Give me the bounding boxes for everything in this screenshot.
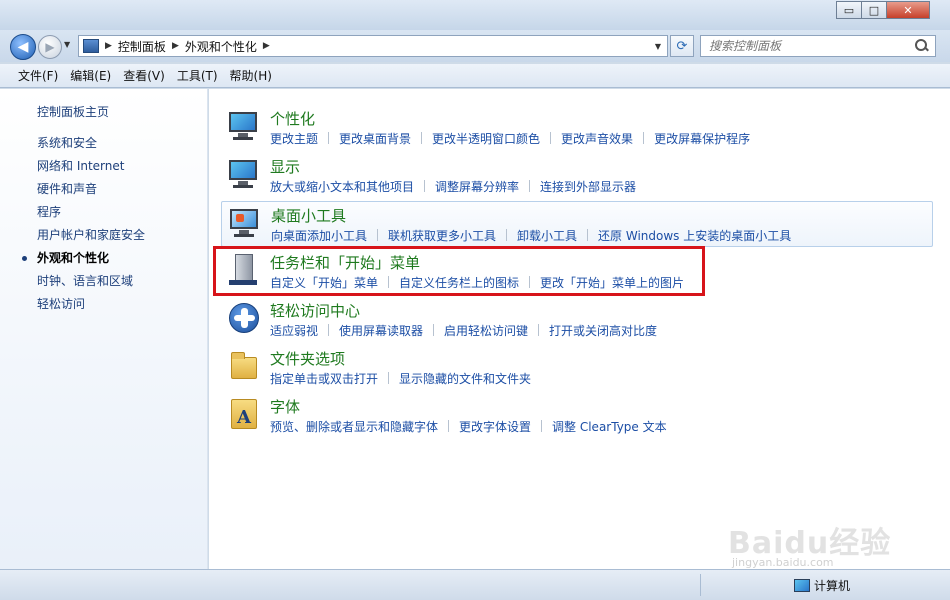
search-input[interactable] bbox=[701, 39, 915, 53]
category-links: 放大或缩小文本和其他项目 调整屏幕分辨率 连接到外部显示器 bbox=[270, 178, 636, 195]
category-title[interactable]: 轻松访问中心 bbox=[270, 300, 360, 321]
sidebar-item-appearance[interactable]: 外观和个性化 bbox=[22, 251, 145, 274]
category-title[interactable]: 桌面小工具 bbox=[271, 205, 346, 226]
menu-tools[interactable]: 工具(T) bbox=[171, 64, 224, 87]
task-link[interactable]: 显示隐藏的文件和文件夹 bbox=[399, 370, 531, 387]
menu-view[interactable]: 查看(V) bbox=[117, 64, 171, 87]
breadcrumb-appearance[interactable]: 外观和个性化 bbox=[185, 38, 257, 55]
sidebar-item-hardware-sound[interactable]: 硬件和声音 bbox=[37, 182, 145, 205]
menu-bar: 文件(F) 编辑(E) 查看(V) 工具(T) 帮助(H) bbox=[0, 64, 950, 88]
task-link[interactable]: 调整屏幕分辨率 bbox=[435, 178, 519, 195]
address-dropdown-icon[interactable]: ▼ bbox=[655, 42, 661, 51]
category-links: 适应弱视 使用屏幕读取器 启用轻松访问键 打开或关闭高对比度 bbox=[270, 322, 657, 339]
window-controls: ▭ □ ✕ bbox=[836, 1, 930, 19]
baidu-watermark-url: jingyan.baidu.com bbox=[732, 556, 834, 569]
status-location-label: 计算机 bbox=[814, 579, 851, 593]
status-location: 计算机 bbox=[794, 577, 850, 594]
category-title[interactable]: 显示 bbox=[270, 156, 300, 177]
category-fonts: A 字体 预览、删除或者显示和隐藏字体 更改字体设置 调整 ClearType … bbox=[221, 393, 933, 439]
task-link[interactable]: 连接到外部显示器 bbox=[540, 178, 636, 195]
sidebar-item-system-security[interactable]: 系统和安全 bbox=[37, 136, 145, 159]
chevron-right-icon[interactable]: ▶ bbox=[172, 41, 179, 51]
task-link[interactable]: 启用轻松访问键 bbox=[444, 322, 528, 339]
address-bar[interactable]: ▶ 控制面板 ▶ 外观和个性化 ▶ ▼ bbox=[78, 35, 668, 57]
personalization-icon[interactable] bbox=[227, 109, 259, 141]
highlight-annotation-box bbox=[213, 246, 705, 296]
navigation-bar: ◀ ▶ ▼ ▶ 控制面板 ▶ 外观和个性化 ▶ ▼ ⟳ bbox=[0, 30, 950, 62]
close-button[interactable]: ✕ bbox=[886, 1, 930, 19]
sidebar-item-label: 外观和个性化 bbox=[37, 251, 110, 265]
category-links: 预览、删除或者显示和隐藏字体 更改字体设置 调整 ClearType 文本 bbox=[270, 418, 667, 435]
computer-icon bbox=[794, 579, 810, 592]
status-divider bbox=[700, 574, 701, 596]
title-bar: ▭ □ ✕ bbox=[0, 0, 950, 32]
category-personalization: 个性化 更改主题 更改桌面背景 更改半透明窗口颜色 更改声音效果 更改屏幕保护程… bbox=[221, 105, 933, 151]
maximize-button[interactable]: □ bbox=[861, 1, 887, 19]
ease-of-access-icon[interactable] bbox=[227, 301, 259, 333]
task-link[interactable]: 还原 Windows 上安装的桌面小工具 bbox=[598, 227, 791, 244]
category-title[interactable]: 个性化 bbox=[270, 108, 315, 129]
task-link[interactable]: 指定单击或双击打开 bbox=[270, 370, 378, 387]
category-folder-options: 文件夹选项 指定单击或双击打开 显示隐藏的文件和文件夹 bbox=[221, 345, 933, 391]
task-link[interactable]: 更改字体设置 bbox=[459, 418, 531, 435]
sidebar-list: 系统和安全 网络和 Internet 硬件和声音 程序 用户帐户和家庭安全 外观… bbox=[22, 136, 145, 320]
category-title[interactable]: 文件夹选项 bbox=[270, 348, 345, 369]
back-button[interactable]: ◀ bbox=[10, 34, 36, 60]
recent-pages-dropdown-icon[interactable]: ▼ bbox=[64, 40, 70, 49]
category-ease-of-access: 轻松访问中心 适应弱视 使用屏幕读取器 启用轻松访问键 打开或关闭高对比度 bbox=[221, 297, 933, 343]
category-title[interactable]: 字体 bbox=[270, 396, 300, 417]
category-links: 向桌面添加小工具 联机获取更多小工具 卸载小工具 还原 Windows 上安装的… bbox=[271, 227, 791, 244]
task-link[interactable]: 预览、删除或者显示和隐藏字体 bbox=[270, 418, 438, 435]
chevron-right-icon[interactable]: ▶ bbox=[105, 41, 112, 51]
sidebar-item-home[interactable]: 控制面板主页 bbox=[37, 103, 109, 120]
chevron-right-icon[interactable]: ▶ bbox=[263, 41, 270, 51]
task-link[interactable]: 卸载小工具 bbox=[517, 227, 577, 244]
folder-options-icon[interactable] bbox=[227, 349, 259, 381]
sidebar-item-programs[interactable]: 程序 bbox=[37, 205, 145, 228]
left-navigation-pane: 控制面板主页 系统和安全 网络和 Internet 硬件和声音 程序 用户帐户和… bbox=[0, 89, 208, 569]
menu-edit[interactable]: 编辑(E) bbox=[64, 64, 117, 87]
active-bullet-icon bbox=[22, 256, 27, 261]
task-link[interactable]: 更改半透明窗口颜色 bbox=[432, 130, 540, 147]
refresh-button[interactable]: ⟳ bbox=[670, 35, 694, 57]
sidebar-item-clock-language[interactable]: 时钟、语言和区域 bbox=[37, 274, 145, 297]
main-content: 个性化 更改主题 更改桌面背景 更改半透明窗口颜色 更改声音效果 更改屏幕保护程… bbox=[209, 89, 950, 569]
menu-help[interactable]: 帮助(H) bbox=[224, 64, 278, 87]
forward-button[interactable]: ▶ bbox=[38, 35, 62, 59]
category-links: 指定单击或双击打开 显示隐藏的文件和文件夹 bbox=[270, 370, 531, 387]
task-link[interactable]: 更改桌面背景 bbox=[339, 130, 411, 147]
task-link[interactable]: 放大或缩小文本和其他项目 bbox=[270, 178, 414, 195]
sidebar-item-user-accounts[interactable]: 用户帐户和家庭安全 bbox=[37, 228, 145, 251]
task-link[interactable]: 更改屏幕保护程序 bbox=[654, 130, 750, 147]
menu-file[interactable]: 文件(F) bbox=[12, 64, 64, 87]
task-link[interactable]: 更改声音效果 bbox=[561, 130, 633, 147]
task-link[interactable]: 更改主题 bbox=[270, 130, 318, 147]
task-link[interactable]: 适应弱视 bbox=[270, 322, 318, 339]
category-desktop-gadgets: 桌面小工具 向桌面添加小工具 联机获取更多小工具 卸载小工具 还原 Window… bbox=[221, 201, 933, 247]
minimize-button[interactable]: ▭ bbox=[836, 1, 862, 19]
search-icon[interactable] bbox=[915, 39, 929, 53]
sidebar-item-network[interactable]: 网络和 Internet bbox=[37, 159, 145, 182]
task-link[interactable]: 联机获取更多小工具 bbox=[388, 227, 496, 244]
task-link[interactable]: 向桌面添加小工具 bbox=[271, 227, 367, 244]
status-bar: 计算机 bbox=[0, 569, 950, 600]
category-display: 显示 放大或缩小文本和其他项目 调整屏幕分辨率 连接到外部显示器 bbox=[221, 153, 933, 199]
sidebar-item-ease-of-access[interactable]: 轻松访问 bbox=[37, 297, 145, 320]
display-icon[interactable] bbox=[227, 157, 259, 189]
breadcrumb-control-panel[interactable]: 控制面板 bbox=[118, 38, 166, 55]
desktop-gadgets-icon[interactable] bbox=[228, 206, 260, 238]
control-panel-icon bbox=[83, 39, 99, 53]
task-link[interactable]: 调整 ClearType 文本 bbox=[552, 418, 667, 435]
task-link[interactable]: 打开或关闭高对比度 bbox=[549, 322, 657, 339]
fonts-icon[interactable]: A bbox=[227, 397, 259, 429]
category-links: 更改主题 更改桌面背景 更改半透明窗口颜色 更改声音效果 更改屏幕保护程序 bbox=[270, 130, 750, 147]
search-box[interactable] bbox=[700, 35, 936, 57]
task-link[interactable]: 使用屏幕读取器 bbox=[339, 322, 423, 339]
